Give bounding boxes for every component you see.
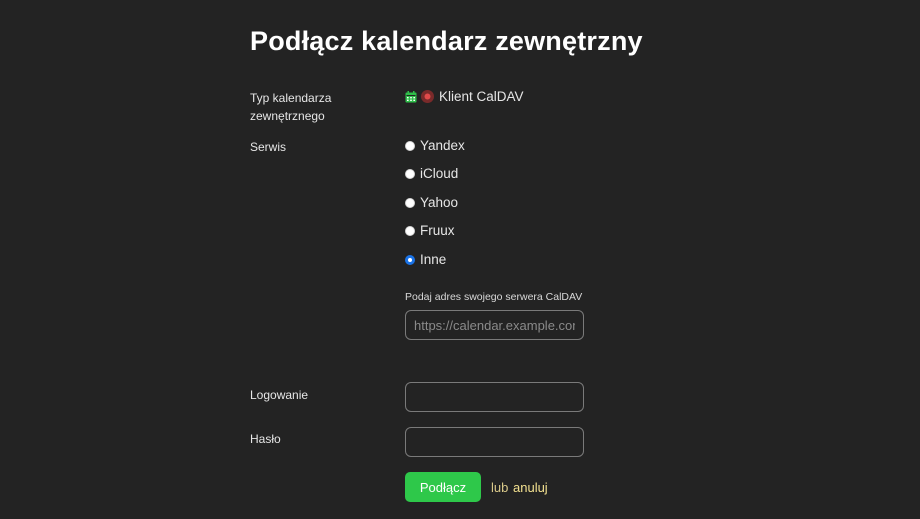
radio-button[interactable]: [405, 197, 415, 208]
service-option-yandex[interactable]: Yandex: [405, 138, 465, 153]
password-input[interactable]: [405, 427, 584, 457]
page-title: Podłącz kalendarz zewnętrzny: [250, 26, 643, 56]
radio-button[interactable]: [405, 225, 415, 236]
calendar-type-label: Typ kalendarza zewnętrznego: [250, 91, 332, 123]
login-input[interactable]: [405, 382, 584, 412]
service-option-label: Yandex: [420, 138, 465, 153]
connect-button[interactable]: Podłącz: [405, 472, 481, 502]
calendar-type-text: Klient CalDAV: [439, 89, 524, 104]
server-address-input[interactable]: [405, 310, 584, 340]
radio-button-selected[interactable]: [405, 254, 415, 265]
radio-button[interactable]: [405, 140, 415, 151]
service-option-label: Yahoo: [420, 195, 459, 210]
service-option-label: iCloud: [420, 166, 459, 181]
cancel-link[interactable]: anuluj: [513, 480, 548, 495]
server-address-hint: Podaj adres swojego serwera CalDAV: [405, 291, 583, 303]
password-label: Hasło: [250, 432, 281, 446]
service-option-label: Fruux: [420, 223, 455, 238]
calendar-type-value: Klient CalDAV: [405, 89, 524, 104]
service-option-label: Inne: [420, 252, 447, 267]
or-text: lub: [491, 480, 509, 495]
service-option-yahoo[interactable]: Yahoo: [405, 195, 458, 210]
service-option-other[interactable]: Inne: [405, 252, 446, 267]
calendar-icon: [405, 90, 417, 103]
service-option-fruux[interactable]: Fruux: [405, 223, 455, 238]
login-label: Logowanie: [250, 388, 309, 402]
service-label: Serwis: [250, 140, 287, 154]
service-option-icloud[interactable]: iCloud: [405, 166, 458, 181]
radio-button[interactable]: [405, 168, 415, 179]
connect-calendar-page: Podłącz kalendarz zewnętrzny Typ kalenda…: [0, 0, 920, 519]
record-icon: [421, 90, 434, 103]
